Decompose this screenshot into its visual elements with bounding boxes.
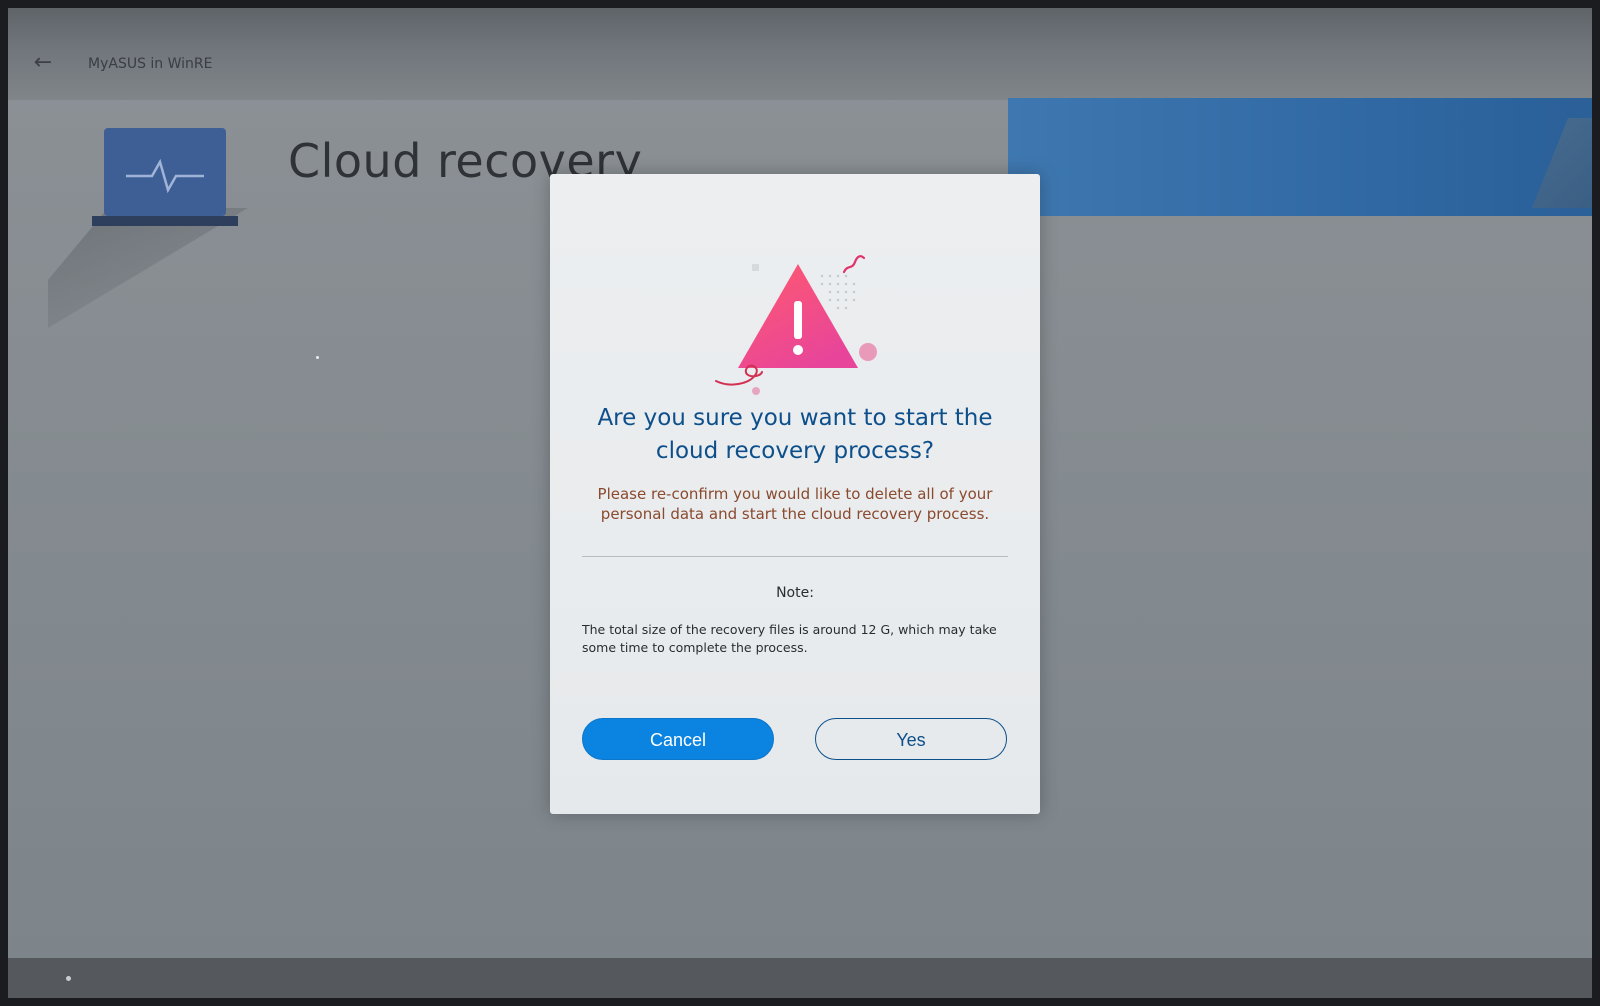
laptop-heartbeat-icon: [92, 128, 238, 226]
dialog-message-line-2: personal data and start the cloud recove…: [600, 505, 990, 523]
screen: ← MyASUS in WinRE Cloud recovery Are you…: [8, 8, 1592, 998]
confirm-dialog: Are you sure you want to start the cloud…: [550, 174, 1040, 814]
dialog-message-line-1: Please re-confirm you would like to dele…: [597, 485, 993, 503]
dialog-heading: Are you sure you want to start the cloud…: [570, 402, 1020, 468]
dialog-heading-line-2: cloud recovery process?: [655, 438, 935, 464]
taskbar-indicator: [66, 976, 71, 981]
yes-button[interactable]: Yes: [815, 718, 1007, 760]
cancel-button[interactable]: Cancel: [582, 718, 774, 760]
dialog-heading-line-1: Are you sure you want to start the: [597, 405, 993, 431]
dialog-divider: [582, 556, 1008, 557]
note-label: Note:: [776, 585, 814, 601]
title-bar: ← MyASUS in WinRE: [8, 8, 1592, 100]
warning-triangle-icon: [715, 255, 877, 395]
header-banner: [1008, 98, 1592, 216]
mouse-cursor: [316, 356, 319, 359]
back-arrow-icon[interactable]: ←: [28, 50, 58, 76]
note-text: The total size of the recovery files is …: [582, 622, 997, 655]
dialog-message: Please re-confirm you would like to dele…: [580, 484, 1010, 524]
taskbar: [8, 958, 1592, 998]
app-title: MyASUS in WinRE: [88, 56, 213, 72]
